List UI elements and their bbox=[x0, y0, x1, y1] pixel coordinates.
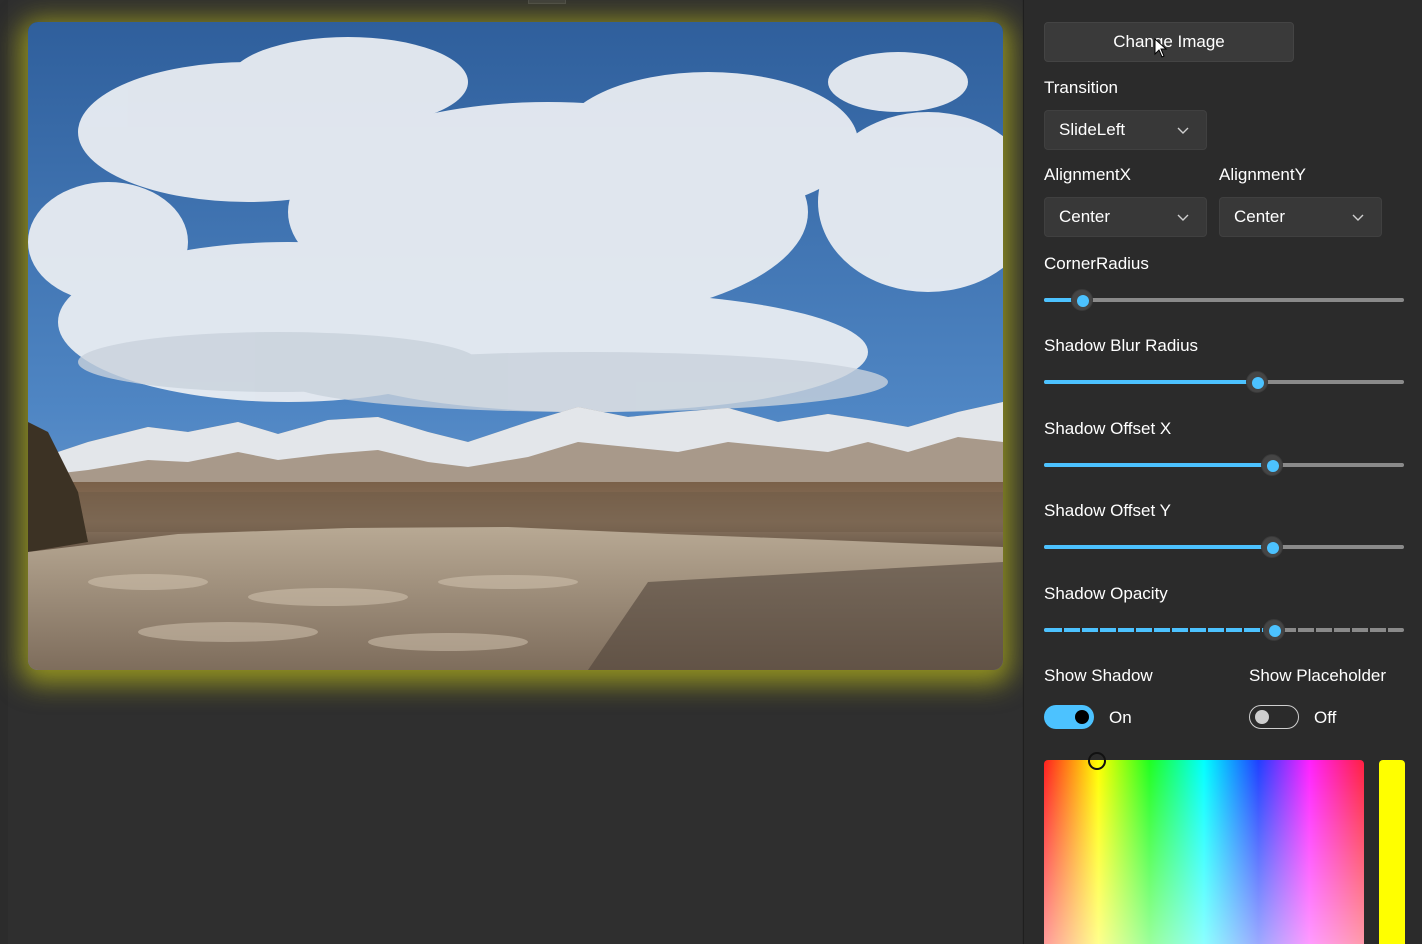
slider-tick bbox=[1080, 628, 1082, 632]
show-shadow-toggle[interactable] bbox=[1044, 705, 1094, 729]
transition-value: SlideLeft bbox=[1059, 120, 1126, 139]
slider-thumb[interactable] bbox=[1070, 289, 1093, 311]
change-image-button[interactable]: Change Image bbox=[1044, 22, 1294, 62]
shadow-offset-x-label: Shadow Offset X bbox=[1044, 419, 1172, 438]
slider-tick bbox=[1152, 628, 1154, 632]
toggle-knob bbox=[1255, 710, 1269, 724]
shadow-offset-y-label: Shadow Offset Y bbox=[1044, 501, 1171, 520]
image-preview-area bbox=[8, 0, 1022, 944]
app-window: Change Image Transition SlideLeft Alignm… bbox=[0, 0, 1422, 944]
slider-tick bbox=[1206, 628, 1208, 632]
slider-tick bbox=[1386, 628, 1388, 632]
spectrum-selector-ring[interactable] bbox=[1088, 752, 1106, 770]
slider-tick bbox=[1116, 628, 1118, 632]
slider-tick bbox=[1170, 628, 1172, 632]
slider-fill bbox=[1044, 545, 1272, 549]
slider-track bbox=[1044, 298, 1404, 302]
slider-tick bbox=[1242, 628, 1244, 632]
slider-thumb[interactable] bbox=[1260, 454, 1283, 476]
shadow-opacity-label: Shadow Opacity bbox=[1044, 584, 1168, 603]
show-shadow-state: On bbox=[1109, 708, 1132, 727]
settings-panel: Change Image Transition SlideLeft Alignm… bbox=[1023, 0, 1422, 944]
spectrum-graphic bbox=[1044, 760, 1364, 944]
show-placeholder-state: Off bbox=[1314, 708, 1337, 727]
slider-tick bbox=[1350, 628, 1352, 632]
transition-dropdown[interactable]: SlideLeft bbox=[1044, 110, 1207, 150]
alignment-y-value: Center bbox=[1234, 207, 1286, 226]
color-spectrum[interactable] bbox=[1044, 760, 1364, 944]
corner-radius-slider[interactable] bbox=[1044, 289, 1404, 311]
shadow-blur-radius-label: Shadow Blur Radius bbox=[1044, 336, 1199, 355]
slider-thumb[interactable] bbox=[1262, 619, 1285, 641]
slider-tick bbox=[1368, 628, 1370, 632]
slider-ticks bbox=[1044, 628, 1404, 632]
show-placeholder-label: Show Placeholder bbox=[1249, 666, 1387, 685]
corner-radius-label: CornerRadius bbox=[1044, 254, 1149, 273]
mouse-pointer-icon bbox=[1154, 38, 1168, 58]
landscape-image bbox=[28, 22, 1003, 670]
shadow-opacity-slider[interactable] bbox=[1044, 619, 1404, 641]
slider-tick bbox=[1098, 628, 1100, 632]
slider-tick bbox=[1188, 628, 1190, 632]
toggle-knob bbox=[1075, 710, 1089, 724]
slider-tick bbox=[1062, 628, 1064, 632]
slider-fill bbox=[1044, 380, 1258, 384]
slider-tick bbox=[1314, 628, 1316, 632]
show-shadow-label: Show Shadow bbox=[1044, 666, 1153, 685]
slider-tick bbox=[1224, 628, 1226, 632]
slider-thumb[interactable] bbox=[1246, 371, 1269, 393]
alignment-y-label: AlignmentY bbox=[1219, 165, 1306, 184]
preview-image bbox=[28, 22, 1003, 670]
slider-fill bbox=[1044, 463, 1272, 467]
chevron-down-icon bbox=[1177, 214, 1189, 221]
slider-tick bbox=[1134, 628, 1136, 632]
slider-thumb[interactable] bbox=[1260, 536, 1283, 558]
shadow-blur-radius-slider[interactable] bbox=[1044, 371, 1404, 393]
alignment-y-dropdown[interactable]: Center bbox=[1219, 197, 1382, 237]
alignment-x-label: AlignmentX bbox=[1044, 165, 1131, 184]
shadow-offset-y-slider[interactable] bbox=[1044, 536, 1404, 558]
selected-color-preview[interactable] bbox=[1379, 760, 1405, 944]
alignment-x-value: Center bbox=[1059, 207, 1111, 226]
alignment-x-dropdown[interactable]: Center bbox=[1044, 197, 1207, 237]
shadow-offset-x-slider[interactable] bbox=[1044, 454, 1404, 476]
show-placeholder-toggle[interactable] bbox=[1249, 705, 1299, 729]
chevron-down-icon bbox=[1177, 127, 1189, 134]
slider-tick bbox=[1296, 628, 1298, 632]
slider-tick bbox=[1260, 628, 1262, 632]
transition-label: Transition bbox=[1044, 78, 1119, 97]
top-drag-handle[interactable] bbox=[528, 0, 566, 4]
chevron-down-icon bbox=[1352, 214, 1364, 221]
slider-tick bbox=[1332, 628, 1334, 632]
